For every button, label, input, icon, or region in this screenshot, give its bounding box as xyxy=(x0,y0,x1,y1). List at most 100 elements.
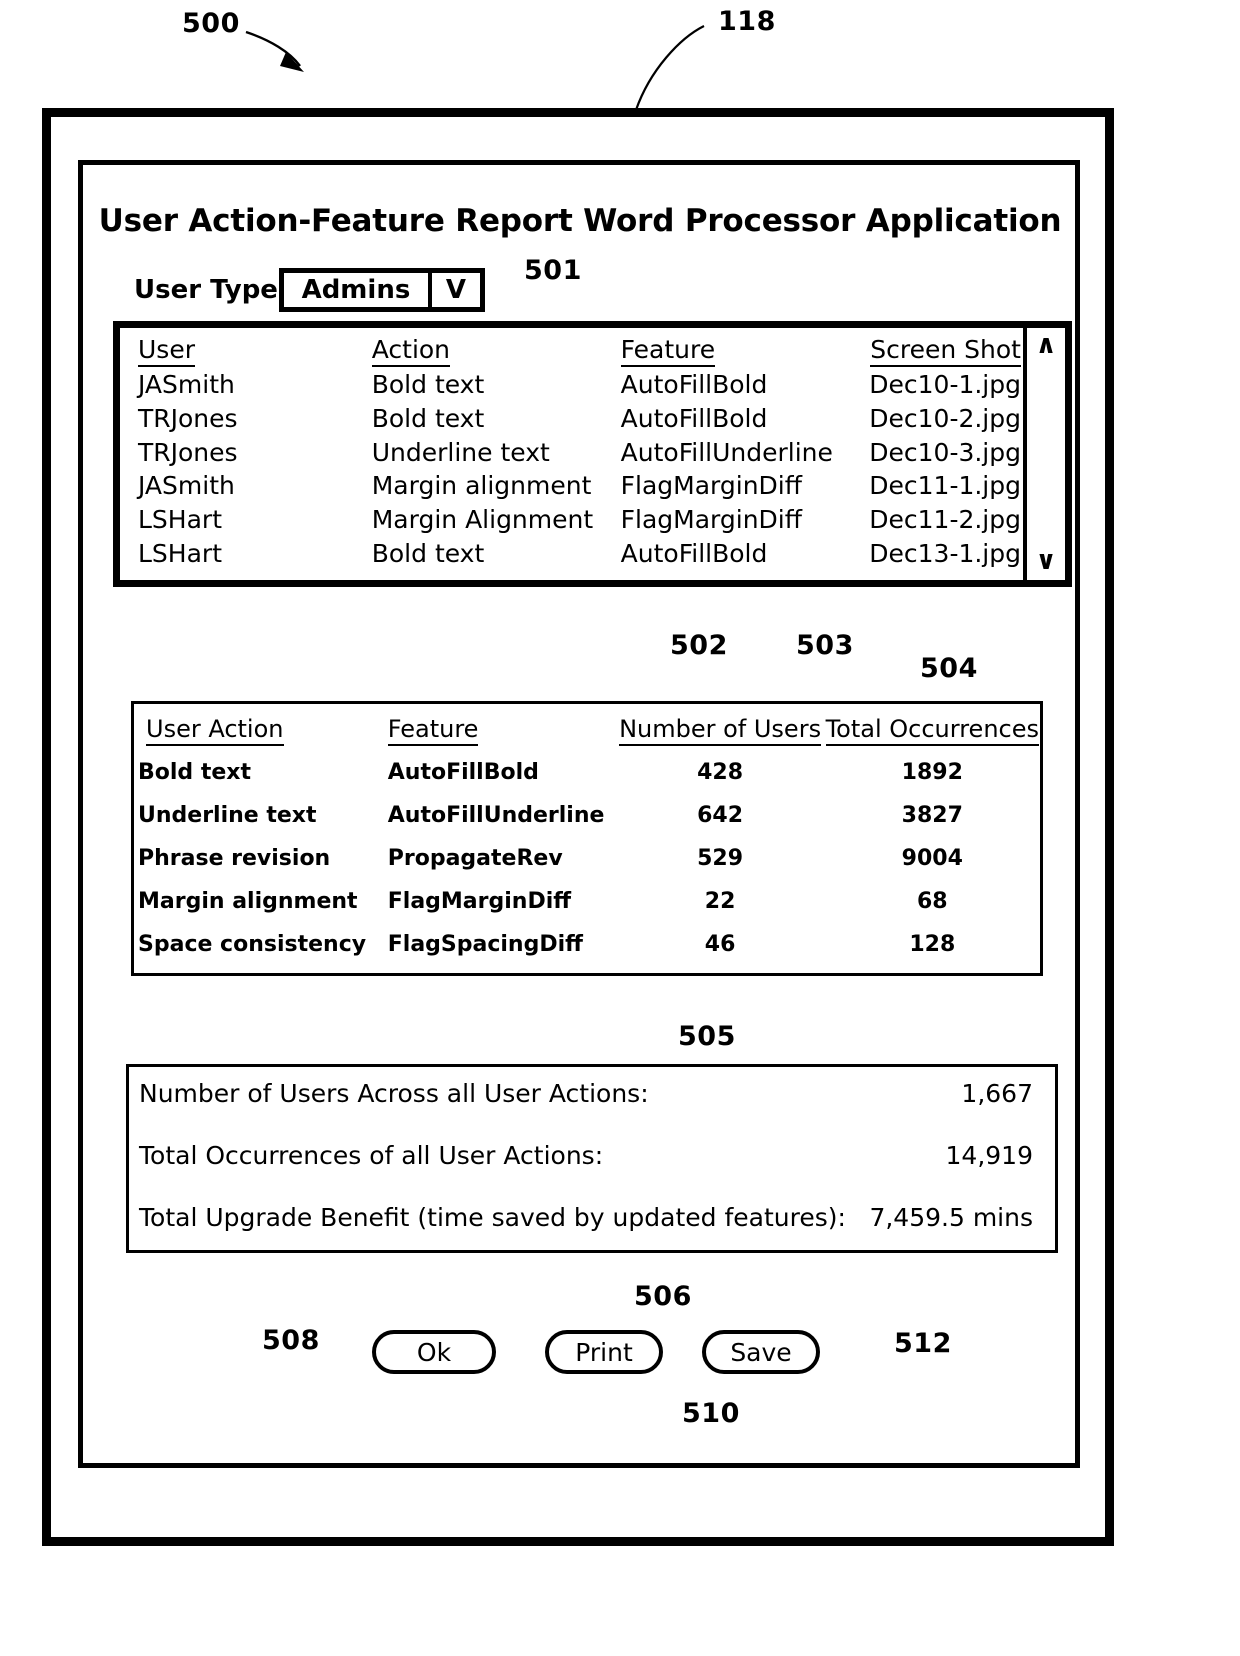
action-feature-summary-table: User Action Feature Number of Users Tota… xyxy=(131,701,1043,976)
table-row: Phrase revision PropagateRev 529 9004 xyxy=(134,837,1040,880)
column-header-feature: Feature xyxy=(620,335,870,368)
cell-action: Bold text xyxy=(371,370,485,399)
column-header-action: Action xyxy=(371,335,621,368)
column-header-user: User xyxy=(132,335,372,368)
table-header-row: User Action Feature Number of Users Tota… xyxy=(134,714,1040,751)
dialog-button-bar: Ok Print Save xyxy=(0,1330,1240,1380)
ok-button[interactable]: Ok xyxy=(372,1330,496,1374)
table-row[interactable]: JASmith Margin alignment FlagMarginDiff … xyxy=(132,469,1023,503)
totals-row-users: Number of Users Across all User Actions:… xyxy=(139,1079,1033,1141)
table-row[interactable]: JASmith Bold text AutoFillBold Dec10-1.j… xyxy=(132,368,1023,402)
cell-feature: AutoFillBold xyxy=(387,760,539,785)
totals-label-users: Number of Users Across all User Actions: xyxy=(139,1079,649,1108)
cell-user-action: Margin alignment xyxy=(138,889,358,914)
vertical-scrollbar[interactable]: ∧ ∨ xyxy=(1023,328,1065,580)
cell-total-occurrences: 68 xyxy=(916,889,948,914)
cell-user: TRJones xyxy=(138,403,238,433)
cell-feature: FlagSpacingDiff xyxy=(387,932,583,957)
column-header-total-occurrences: Total Occurrences xyxy=(825,714,1040,751)
cell-number-of-users: 22 xyxy=(704,889,736,914)
reference-numeral-510: 510 xyxy=(682,1398,740,1429)
cell-user: LSHart xyxy=(138,538,222,568)
totals-panel: Number of Users Across all User Actions:… xyxy=(126,1064,1058,1253)
totals-label-occurrences: Total Occurrences of all User Actions: xyxy=(139,1141,604,1170)
table-row: Margin alignment FlagMarginDiff 22 68 xyxy=(134,880,1040,923)
user-action-detail-panel: User Action Feature Screen Shot JASmith … xyxy=(113,321,1072,587)
cell-feature: AutoFillBold xyxy=(620,370,768,399)
table-row: Space consistency FlagSpacingDiff 46 128 xyxy=(134,923,1040,966)
reference-numeral-504: 504 xyxy=(920,653,978,684)
cell-screenshot[interactable]: Dec11-2.jpg xyxy=(869,503,1023,537)
cell-total-occurrences: 9004 xyxy=(901,846,963,871)
totals-value-upgrade-benefit: 7,459.5 mins xyxy=(869,1203,1033,1232)
totals-label-upgrade-benefit: Total Upgrade Benefit (time saved by upd… xyxy=(139,1203,846,1232)
table-row: Underline text AutoFillUnderline 642 382… xyxy=(134,794,1040,837)
save-button[interactable]: Save xyxy=(702,1330,820,1374)
column-header-user-action: User Action xyxy=(134,714,388,751)
column-header-number-of-users: Number of Users xyxy=(616,714,825,751)
cell-feature: FlagMarginDiff xyxy=(620,471,802,501)
table-row: Bold text AutoFillBold 428 1892 xyxy=(134,751,1040,794)
cell-screenshot[interactable]: Dec10-1.jpg xyxy=(869,368,1023,402)
cell-action: Bold text xyxy=(371,538,485,568)
reference-numeral-118: 118 xyxy=(718,6,776,37)
reference-numeral-501: 501 xyxy=(524,255,582,286)
cell-number-of-users: 642 xyxy=(697,803,744,828)
cell-user-action: Space consistency xyxy=(138,932,367,957)
cell-action: Margin alignment xyxy=(371,471,592,501)
cell-user: LSHart xyxy=(138,505,222,534)
cell-action: Bold text xyxy=(371,403,485,433)
user-type-label: User Type xyxy=(134,275,278,305)
totals-row-upgrade-benefit: Total Upgrade Benefit (time saved by upd… xyxy=(139,1203,1033,1265)
reference-numeral-502: 502 xyxy=(670,630,728,661)
cell-screenshot[interactable]: Dec10-2.jpg xyxy=(869,402,1023,436)
cell-feature: FlagMarginDiff xyxy=(620,505,802,534)
cell-total-occurrences: 3827 xyxy=(901,803,963,828)
table-row[interactable]: LSHart Margin Alignment FlagMarginDiff D… xyxy=(132,503,1023,537)
page-title: User Action-Feature Report Word Processo… xyxy=(98,203,1062,239)
cell-screenshot[interactable]: Dec13-1.jpg xyxy=(869,537,1023,571)
totals-value-users: 1,667 xyxy=(961,1079,1033,1108)
cell-user-action: Bold text xyxy=(138,760,251,785)
user-action-detail-table: User Action Feature Screen Shot JASmith … xyxy=(120,328,1023,580)
totals-row-occurrences: Total Occurrences of all User Actions: 1… xyxy=(139,1141,1033,1203)
cell-user: TRJones xyxy=(138,437,238,467)
cell-feature: PropagateRev xyxy=(387,846,563,871)
cell-action: Margin Alignment xyxy=(371,505,594,534)
cell-number-of-users: 46 xyxy=(704,932,736,957)
chevron-down-icon[interactable]: V xyxy=(432,273,480,307)
table-header-row: User Action Feature Screen Shot xyxy=(132,335,1023,368)
user-type-selected-value[interactable]: Admins xyxy=(284,273,432,307)
table-row[interactable]: TRJones Underline text AutoFillUnderline… xyxy=(132,436,1023,470)
reference-numeral-505: 505 xyxy=(678,1021,736,1052)
column-header-screenshot: Screen Shot xyxy=(869,335,1023,368)
cell-user-action: Underline text xyxy=(138,803,317,828)
cell-feature: AutoFillBold xyxy=(620,538,768,568)
cell-feature: FlagMarginDiff xyxy=(387,889,572,914)
reference-numeral-508: 508 xyxy=(262,1325,320,1356)
scroll-up-icon[interactable]: ∧ xyxy=(1035,332,1056,358)
reference-numeral-500: 500 xyxy=(182,8,240,39)
scroll-down-icon[interactable]: ∨ xyxy=(1035,548,1056,574)
cell-feature: AutoFillBold xyxy=(620,403,768,433)
totals-value-occurrences: 14,919 xyxy=(945,1141,1033,1170)
table-row[interactable]: LSHart Bold text AutoFillBold Dec13-1.jp… xyxy=(132,537,1023,571)
cell-feature: AutoFillUnderline xyxy=(620,437,833,467)
cell-screenshot[interactable]: Dec11-1.jpg xyxy=(869,469,1023,503)
reference-numeral-503: 503 xyxy=(796,630,854,661)
table-row[interactable]: TRJones Bold text AutoFillBold Dec10-2.j… xyxy=(132,402,1023,436)
cell-user: JASmith xyxy=(138,370,235,399)
cell-feature: AutoFillUnderline xyxy=(387,803,605,828)
column-header-feature: Feature xyxy=(387,714,616,751)
cell-total-occurrences: 1892 xyxy=(901,760,963,785)
cell-action: Underline text xyxy=(371,437,550,467)
user-type-control: User Type Admins V xyxy=(134,268,485,312)
cell-total-occurrences: 128 xyxy=(909,932,956,957)
print-button[interactable]: Print xyxy=(545,1330,663,1374)
reference-numeral-512: 512 xyxy=(894,1328,952,1359)
cell-number-of-users: 529 xyxy=(697,846,744,871)
user-type-dropdown[interactable]: Admins V xyxy=(278,268,485,312)
cell-user-action: Phrase revision xyxy=(138,846,331,871)
cell-user: JASmith xyxy=(138,471,235,501)
cell-screenshot[interactable]: Dec10-3.jpg xyxy=(869,436,1023,470)
